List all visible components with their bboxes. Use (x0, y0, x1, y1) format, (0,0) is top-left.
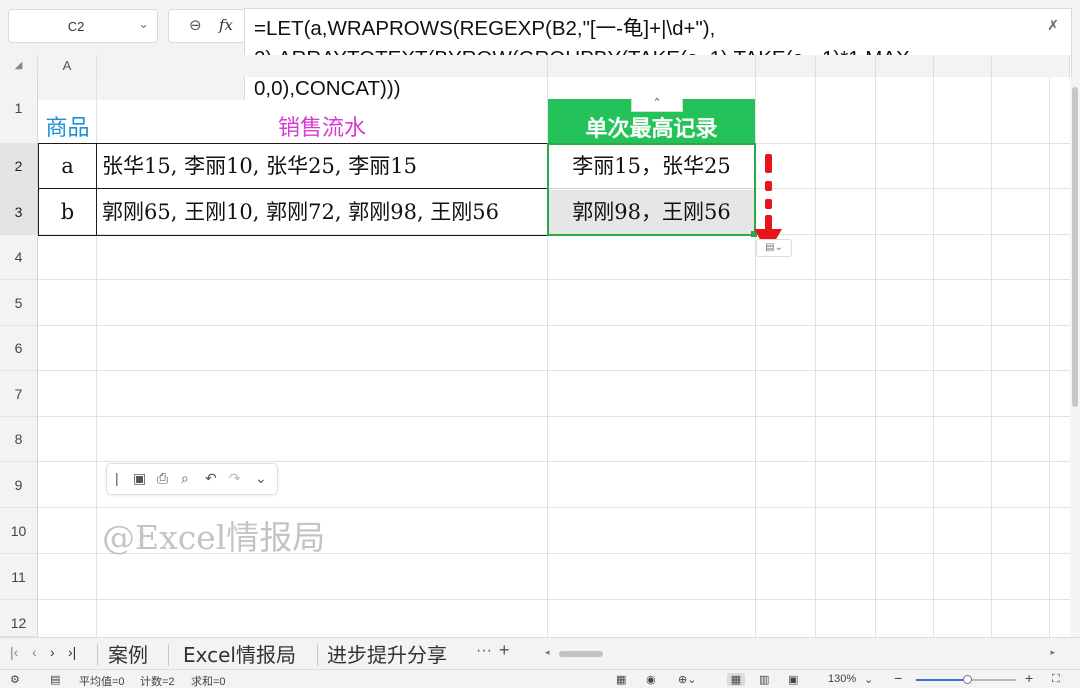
cell-b3[interactable]: 郭刚65, 王刚10, 郭刚72, 郭刚98, 王刚56 (102, 190, 547, 235)
row-number: 7 (14, 386, 23, 402)
row-header-12[interactable]: 12 (0, 600, 38, 637)
function-controls: ⊖ fx (168, 9, 248, 43)
insert-function-icon[interactable]: fx (219, 16, 233, 34)
undo-icon[interactable]: ↶ (205, 470, 217, 487)
header-sales[interactable]: 销售流水 (97, 99, 547, 143)
zoom-icon[interactable]: ⊖ (189, 16, 202, 34)
add-sheet-button[interactable]: + (499, 640, 510, 661)
paste-options-icon[interactable]: ▤⌄ (756, 239, 792, 257)
horizontal-scrollbar[interactable]: ◂ ▸ (545, 647, 1055, 660)
normal-view-icon[interactable]: ▦ (727, 673, 745, 686)
chevron-down-icon[interactable]: ⌄ (138, 16, 149, 32)
column-header-f[interactable] (876, 55, 934, 77)
fullscreen-icon[interactable]: ⛶ (1052, 673, 1060, 686)
arrow-dash (765, 154, 772, 173)
macro-icon[interactable]: ⚙ (10, 673, 20, 686)
next-sheet-icon[interactable]: › (50, 644, 55, 660)
arrow-dash (765, 181, 772, 191)
row-header-10[interactable]: 10 (0, 508, 38, 554)
prev-sheet-icon[interactable]: ‹ (32, 644, 37, 660)
eye-protection-icon[interactable]: ◉ (646, 673, 656, 686)
row-number: 11 (11, 569, 26, 585)
save-icon[interactable]: ▣ (133, 470, 146, 487)
cell-grid[interactable]: 商品 销售流水 单次最高记录 a 张华15, 李丽10, 张华25, 李丽15 … (38, 77, 1070, 637)
column-header-g[interactable] (934, 55, 992, 77)
column-header-e[interactable] (816, 55, 876, 77)
page-layout-icon[interactable]: ▥ (759, 673, 769, 686)
vertical-scroll-thumb[interactable] (1072, 87, 1078, 407)
zoom-level[interactable]: 130% (828, 673, 856, 685)
zoom-out-button[interactable]: − (894, 670, 902, 686)
sheet-tab-bar: |‹ ‹ › ›| 案例 Excel情报局 进步提升分享 ··· + ◂ ▸ (0, 637, 1080, 669)
row-header-4[interactable]: 4 (0, 235, 38, 280)
scroll-left-icon[interactable]: ◂ (545, 647, 550, 658)
row-number: 1 (14, 100, 23, 116)
arrow-dash (765, 199, 772, 209)
row-number: 6 (14, 340, 23, 356)
more-sheets-icon[interactable]: ··· (476, 642, 492, 660)
row-header-11[interactable]: 11 (0, 554, 38, 600)
header-product[interactable]: 商品 (38, 99, 97, 143)
watermark: @Excel情报局 (102, 518, 326, 557)
first-sheet-icon[interactable]: |‹ (10, 644, 18, 660)
column-header-d[interactable] (756, 55, 816, 77)
row-number: 4 (14, 249, 23, 265)
floating-toolbar: | ▣ ⎙ ⌕ ↶ ↷ ⌄ (106, 463, 278, 495)
row-header-2[interactable]: 2 (0, 144, 38, 189)
spreadsheet-app: C2 ⌄ ⊖ fx =LET(a,WRAPROWS(REGEXP(B2,"[一-… (0, 0, 1080, 688)
row-header-7[interactable]: 7 (0, 371, 38, 417)
cell-reference: C2 (67, 19, 85, 34)
status-view-icon[interactable]: ▤ (50, 673, 60, 686)
select-all-corner[interactable]: ◢ (0, 55, 38, 77)
row-number: 10 (10, 523, 27, 539)
scroll-right-icon[interactable]: ▸ (1050, 647, 1055, 658)
row-header-6[interactable]: 6 (0, 326, 38, 371)
column-header-a[interactable]: A (38, 55, 97, 77)
row-number: 12 (10, 615, 27, 631)
name-box[interactable]: C2 ⌄ (8, 9, 158, 43)
row-header-8[interactable]: 8 (0, 417, 38, 462)
row-header-9[interactable]: 9 (0, 462, 38, 508)
cell-a3[interactable]: b (38, 190, 97, 235)
layout-icon[interactable]: ⊕⌄ (678, 673, 696, 686)
row-number: 3 (14, 204, 23, 220)
page-break-icon[interactable]: ▣ (788, 673, 798, 686)
row-header-1[interactable]: 1 (0, 77, 38, 144)
selection-border (547, 143, 756, 236)
cell-b2[interactable]: 张华15, 李丽10, 张华25, 李丽15 (102, 144, 547, 189)
row-number: 8 (14, 431, 23, 447)
horizontal-scroll-thumb[interactable] (559, 651, 603, 657)
row-number: 2 (14, 158, 23, 174)
formula-line-1: =LET(a,WRAPROWS(REGEXP(B2,"[一-龟]+|\d+"), (254, 17, 716, 40)
sheet-settings-icon[interactable]: ▦ (616, 673, 626, 686)
status-average: 平均值=0 (79, 676, 125, 688)
row-header-5[interactable]: 5 (0, 280, 38, 326)
zoom-slider-handle[interactable] (963, 675, 972, 684)
chevron-down-icon[interactable]: ⌄ (864, 673, 873, 686)
zoom-in-button[interactable]: + (1025, 670, 1033, 686)
cell-a2[interactable]: a (38, 144, 97, 189)
expand-formula-icon[interactable]: ⌃ (631, 98, 683, 112)
redo-icon[interactable]: ↷ (229, 470, 241, 487)
collapse-formula-icon[interactable]: ✗ (1047, 17, 1059, 34)
chevron-down-icon[interactable]: ⌄ (255, 470, 267, 487)
sheet-tab-example[interactable]: 案例 (96, 641, 160, 669)
column-header-c[interactable] (548, 55, 756, 77)
column-header-h[interactable] (992, 55, 1070, 77)
print-preview-icon[interactable]: ⌕ (181, 470, 189, 487)
column-header-b[interactable] (97, 55, 548, 77)
column-header-label: A (62, 58, 72, 73)
cursor-icon: | (115, 470, 119, 486)
status-count: 计数=2 (140, 676, 175, 688)
last-sheet-icon[interactable]: ›| (68, 644, 76, 660)
sheet-tab-excel-info[interactable]: Excel情报局 (171, 641, 308, 669)
row-number: 5 (14, 295, 23, 311)
row-header-3[interactable]: 3 (0, 189, 38, 235)
status-bar: ⚙ ▤ 平均值=0 计数=2 求和=0 ▦ ◉ ⊕⌄ ▦ ▥ ▣ 130% ⌄ … (0, 669, 1080, 688)
status-sum: 求和=0 (191, 676, 226, 688)
row-number: 9 (14, 477, 23, 493)
sheet-tab-progress[interactable]: 进步提升分享 (315, 641, 459, 669)
print-icon[interactable]: ⎙ (157, 470, 168, 487)
vertical-scrollbar[interactable] (1070, 77, 1080, 637)
